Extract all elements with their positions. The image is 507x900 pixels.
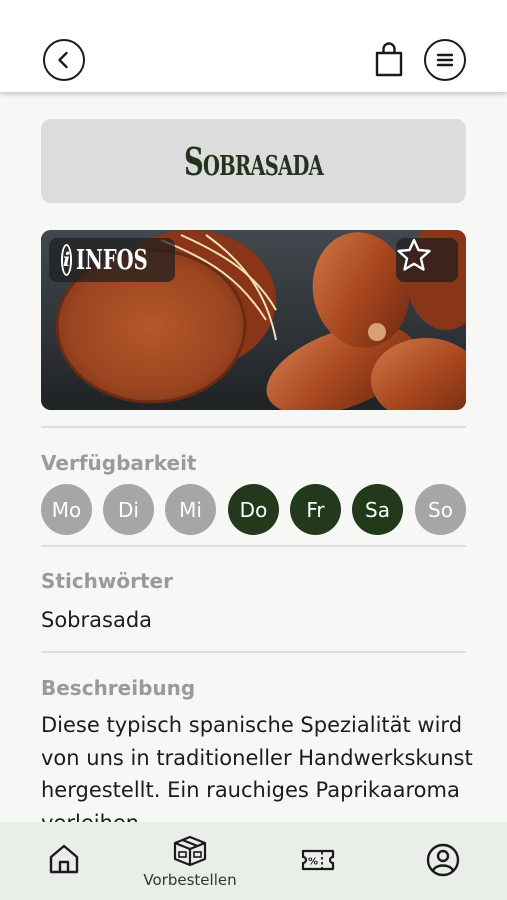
bottom-navigation: Vorbestellen %	[0, 822, 507, 900]
product-detail-content[interactable]: Sobrasada i INFOS Verfügbarkeit Mo Di Mi…	[0, 92, 507, 822]
day-fr: Fr	[290, 484, 341, 535]
nav-coupons[interactable]: %	[300, 848, 336, 872]
day-do: Do	[228, 484, 279, 535]
nav-profile[interactable]	[426, 843, 460, 877]
back-button[interactable]	[43, 39, 85, 81]
home-icon	[49, 844, 79, 874]
shopping-bag-icon	[375, 42, 403, 77]
nav-vorbestellen-label: Vorbestellen	[143, 871, 237, 889]
menu-button[interactable]	[424, 39, 466, 81]
day-mo: Mo	[41, 484, 92, 535]
divider	[41, 426, 466, 428]
divider	[41, 651, 466, 653]
product-title-box: Sobrasada	[41, 119, 466, 203]
day-di: Di	[103, 484, 154, 535]
infos-button[interactable]: i INFOS	[49, 238, 175, 282]
description-label: Beschreibung	[41, 676, 196, 700]
availability-days: Mo Di Mi Do Fr Sa So	[41, 484, 466, 536]
chevron-left-icon	[58, 51, 68, 69]
description-text: Diese typisch spanische Spezialität wird…	[41, 713, 473, 822]
svg-text:%: %	[308, 857, 318, 868]
favorite-button[interactable]	[396, 238, 458, 282]
coupon-icon: %	[301, 849, 335, 871]
availability-label: Verfügbarkeit	[41, 451, 197, 475]
nav-home[interactable]	[47, 842, 81, 876]
nav-vorbestellen[interactable]: Vorbestellen	[140, 834, 240, 889]
box-icon	[173, 835, 207, 867]
day-sa: Sa	[352, 484, 403, 535]
keywords-value: Sobrasada	[41, 608, 153, 632]
star-outline-icon	[397, 238, 431, 271]
keywords-label: Stichwörter	[41, 569, 173, 593]
info-icon: i	[61, 244, 73, 276]
hamburger-menu-icon	[436, 53, 454, 67]
divider	[41, 545, 466, 547]
product-title: Sobrasada	[184, 138, 324, 184]
product-image: i INFOS	[41, 230, 466, 410]
day-so: So	[415, 484, 466, 535]
top-bar	[0, 0, 507, 92]
user-icon	[426, 843, 460, 877]
infos-label: INFOS	[76, 244, 148, 276]
day-mi: Mi	[165, 484, 216, 535]
cart-button[interactable]	[372, 40, 406, 80]
